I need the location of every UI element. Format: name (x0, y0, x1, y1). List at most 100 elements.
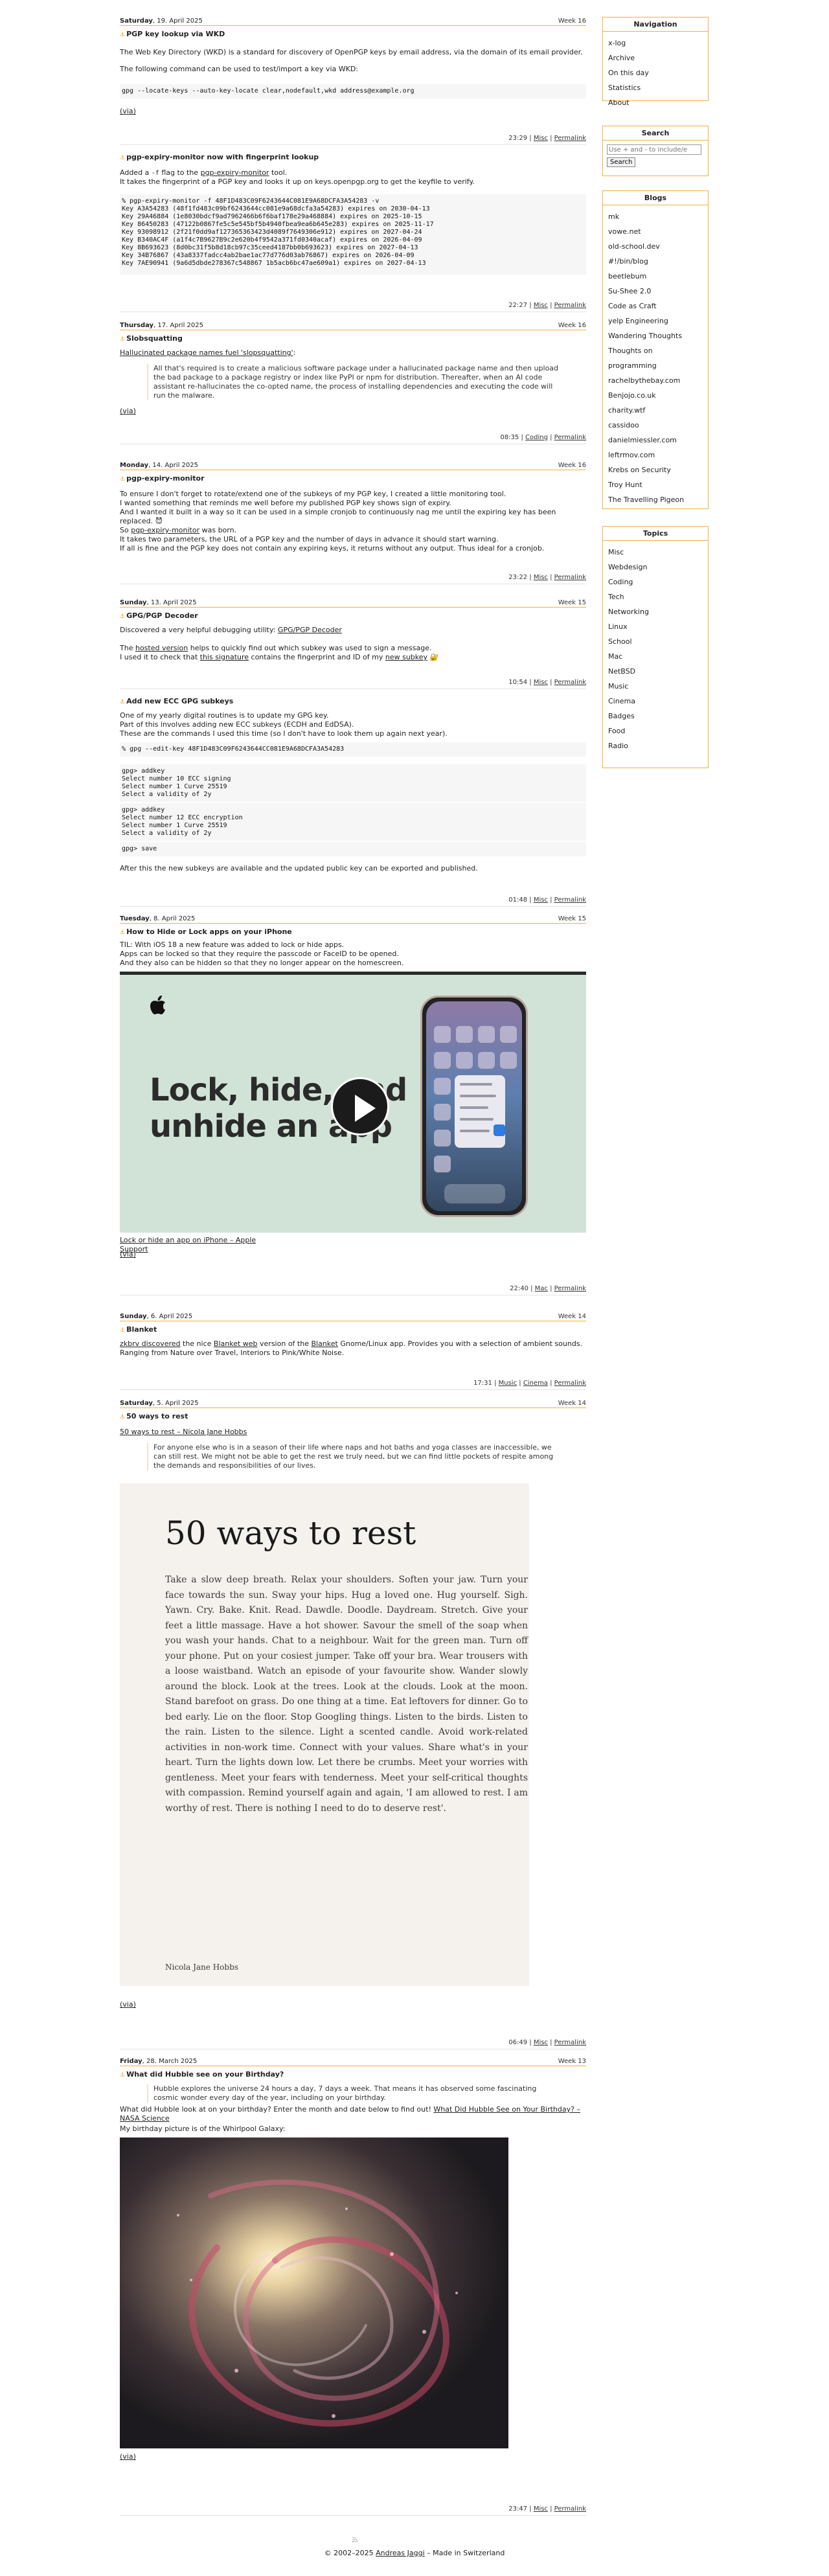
discovery-link[interactable]: zkbrv discovered (120, 1339, 181, 1348)
post-title[interactable]: ⚓ Add new ECC GPG subkeys (120, 697, 233, 705)
via-link[interactable]: (via) (120, 2000, 139, 2009)
blog-link-krebs-on-security[interactable]: Krebs on Security (608, 462, 703, 477)
category-link[interactable]: Misc (534, 2505, 548, 2513)
nav-item-archive[interactable]: Archive (608, 51, 703, 65)
category-link[interactable]: Music (499, 1380, 517, 1387)
post-title[interactable]: ⚓ Slobsquatting (120, 334, 183, 343)
nav-item-statistics[interactable]: Statistics (608, 80, 703, 95)
week-link[interactable]: Week 16 (558, 462, 586, 469)
post-title[interactable]: ⚓ PGP key lookup via WKD (120, 30, 225, 38)
tool-link[interactable]: hosted version (135, 644, 188, 652)
via-link[interactable]: (via) (120, 407, 139, 416)
blog-link-beetlebum[interactable]: beetlebum (608, 269, 703, 284)
category-link[interactable]: Mac (535, 1285, 548, 1292)
blog-link-troy-hunt[interactable]: Troy Hunt (608, 477, 703, 492)
week-link[interactable]: Week 14 (558, 1313, 586, 1320)
blog-link-mk[interactable]: mk (608, 209, 703, 224)
topic-link-mac[interactable]: Mac (608, 649, 703, 664)
category-link[interactable]: Misc (534, 302, 548, 309)
permalink[interactable]: Permalink (554, 896, 586, 904)
category-link[interactable]: Misc (534, 574, 548, 581)
post-title[interactable]: ⚓ pgp-expiry-monitor (120, 474, 205, 483)
topic-link-webdesign[interactable]: Webdesign (608, 560, 703, 575)
nav-item-on-this-day[interactable]: On this day (608, 65, 703, 80)
topic-link-badges[interactable]: Badges (608, 709, 703, 724)
search-button[interactable]: Search (607, 157, 636, 167)
blanket-app-link[interactable]: Blanket (311, 1339, 337, 1348)
video-embed[interactable]: Lock, hide, and unhide an app (120, 972, 586, 1233)
blog-link-leftrmov-com[interactable]: leftrmov.com (608, 448, 703, 462)
blog-link-wandering-thoughts[interactable]: Wandering Thoughts (608, 328, 703, 343)
permalink[interactable]: Permalink (554, 2039, 586, 2046)
post-title[interactable]: ⚓ What did Hubble see on your Birthday? (120, 2070, 284, 2079)
tool-link[interactable]: GPG/PGP Decoder (278, 626, 342, 634)
permalink[interactable]: Permalink (554, 302, 586, 309)
category-link[interactable]: Coding (525, 434, 548, 441)
category-link[interactable]: Misc (534, 679, 548, 686)
nav-item-x-log[interactable]: x-log (608, 36, 703, 51)
video-caption-link[interactable]: Lock or hide an app on iPhone – Apple Su… (120, 1236, 262, 1254)
topic-link-food[interactable]: Food (608, 724, 703, 738)
week-link[interactable]: Week 16 (558, 322, 586, 329)
permalink[interactable]: Permalink (554, 574, 586, 581)
category-link[interactable]: Misc (534, 135, 548, 142)
week-link[interactable]: Week 13 (558, 2058, 586, 2065)
article-link[interactable]: 50 ways to rest – Nicola Jane Hobbs (120, 1428, 262, 1437)
week-link[interactable]: Week 15 (558, 599, 586, 606)
post-title[interactable]: ⚓ pgp-expiry-monitor now with fingerprint… (120, 153, 319, 161)
week-link[interactable]: Week 15 (558, 915, 586, 922)
post-title[interactable]: ⚓ 50 ways to rest (120, 1412, 188, 1420)
author-link[interactable]: Andreas Jaggi (376, 2549, 425, 2557)
blog-link-charity-wtf[interactable]: charity.wtf (608, 403, 703, 418)
via-link[interactable]: (via) (120, 2452, 139, 2461)
blog-link-su-shee-2-0[interactable]: Su-Shee 2.0 (608, 284, 703, 299)
permalink[interactable]: Permalink (554, 135, 586, 142)
blog-link-benjojo-co-uk[interactable]: Benjojo.co.uk (608, 388, 703, 403)
topic-link-networking[interactable]: Networking (608, 604, 703, 619)
blog-link-bin-blog[interactable]: #!/bin/blog (608, 254, 703, 269)
post-title[interactable]: ⚓ GPG/PGP Decoder (120, 611, 198, 620)
play-button[interactable] (331, 1077, 389, 1135)
blog-link-thoughts-on-programming[interactable]: Thoughts on programming (608, 343, 703, 373)
topic-link-music[interactable]: Music (608, 679, 703, 694)
blog-link-vowe-net[interactable]: vowe.net (608, 224, 703, 239)
tool-link[interactable]: pgp-expiry-monitor (131, 526, 199, 534)
blog-link-danielmiessler-com[interactable]: danielmiessler.com (608, 433, 703, 448)
permalink[interactable]: Permalink (554, 2505, 586, 2513)
topic-link-linux[interactable]: Linux (608, 619, 703, 634)
blog-link-rachelbythebay-com[interactable]: rachelbythebay.com (608, 373, 703, 388)
category-link[interactable]: Misc (534, 2039, 548, 2046)
category-link[interactable]: Cinema (523, 1380, 548, 1387)
permalink[interactable]: Permalink (554, 1285, 586, 1292)
blanket-web-link[interactable]: Blanket web (214, 1339, 258, 1348)
blog-link-code-as-craft[interactable]: Code as Craft (608, 299, 703, 313)
category-link[interactable]: Misc (534, 896, 548, 904)
topic-link-netbsd[interactable]: NetBSD (608, 664, 703, 679)
via-link[interactable]: (via) (120, 107, 139, 116)
signature-link[interactable]: this signature (200, 653, 249, 661)
post-title[interactable]: ⚓ Blanket (120, 1325, 157, 1334)
week-link[interactable]: Week 16 (558, 17, 586, 25)
blog-link-cassidoo[interactable]: cassidoo (608, 418, 703, 433)
permalink[interactable]: Permalink (554, 1380, 586, 1387)
week-link[interactable]: Week 14 (558, 1400, 586, 1407)
via-link[interactable]: (via) (120, 1250, 139, 1259)
permalink[interactable]: Permalink (554, 679, 586, 686)
topic-link-misc[interactable]: Misc (608, 545, 703, 560)
permalink[interactable]: Permalink (554, 434, 586, 441)
post-title[interactable]: ⚓ How to Hide or Lock apps on your iPhone (120, 928, 292, 936)
blog-link-yelp-engineering[interactable]: yelp Engineering (608, 313, 703, 328)
topic-link-school[interactable]: School (608, 634, 703, 649)
topic-link-cinema[interactable]: Cinema (608, 694, 703, 709)
nav-item-about[interactable]: About (608, 95, 703, 110)
search-input[interactable] (607, 144, 701, 155)
subkey-link[interactable]: new subkey (385, 653, 427, 661)
topic-link-radio[interactable]: Radio (608, 738, 703, 753)
rss-icon[interactable] (352, 2536, 358, 2543)
blog-link-old-school-dev[interactable]: old-school.dev (608, 239, 703, 254)
blog-link-the-travelling-pigeon[interactable]: The Travelling Pigeon (608, 492, 703, 507)
topic-link-tech[interactable]: Tech (608, 589, 703, 604)
topic-link-coding[interactable]: Coding (608, 575, 703, 589)
article-link[interactable]: Hallucinated package names fuel 'slopsqu… (120, 348, 293, 357)
tool-link[interactable]: pgp-expiry-monitor (201, 168, 269, 177)
